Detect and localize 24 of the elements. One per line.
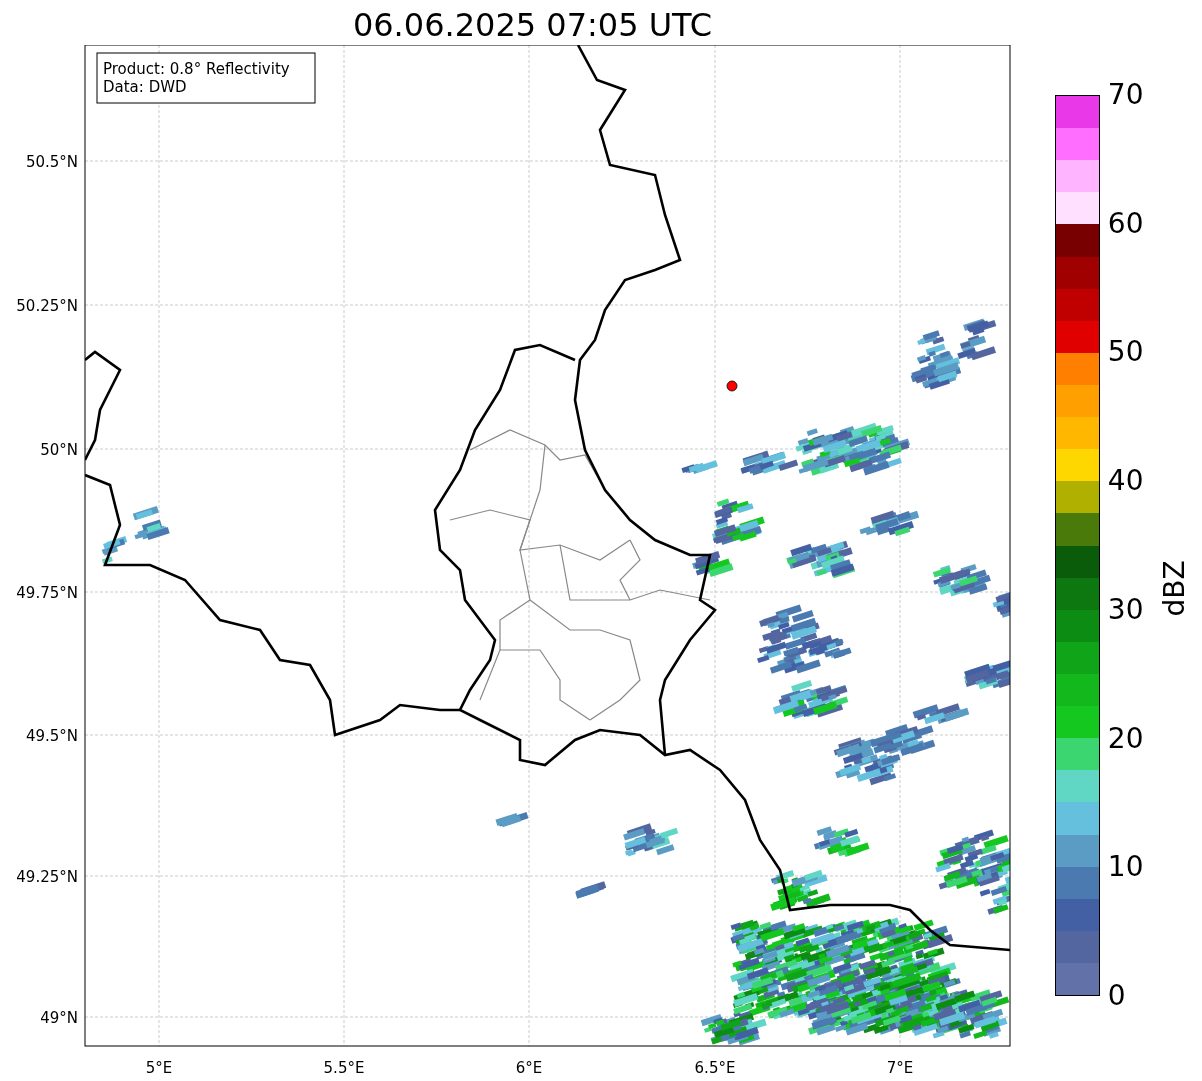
colorbar-tick-label: 20 — [1107, 724, 1144, 753]
colorbar-label: dBZ — [1157, 559, 1191, 617]
latitude-label: 50°N — [40, 441, 78, 459]
colorbar-tick-label: 50 — [1107, 338, 1144, 367]
chart-title: 06.06.2025 07:05 UTC — [352, 5, 713, 45]
longitude-label: 6°E — [515, 1059, 543, 1077]
longitude-label: 5.5°E — [323, 1059, 365, 1077]
colorbar-tick-label: 30 — [1107, 595, 1144, 624]
longitude-label: 5°E — [145, 1059, 173, 1077]
colorbar-tick-label: 40 — [1107, 467, 1144, 496]
colorbar-tick-label: 60 — [1107, 209, 1144, 238]
legend-text: Product: 0.8° Reflectivity — [103, 60, 290, 78]
colorbar-tick-label: 0 — [1107, 982, 1126, 1010]
colorbar-tick-label: 70 — [1107, 81, 1144, 109]
latitude-label: 49°N — [40, 1009, 78, 1027]
colorbar-tick-label: 10 — [1107, 853, 1144, 882]
legend-text: Data: DWD — [103, 78, 187, 96]
latitude-label: 49.25°N — [16, 868, 78, 886]
latitude-label: 49.5°N — [25, 727, 78, 745]
longitude-label: 6.5°E — [694, 1059, 736, 1077]
latitude-label: 50.5°N — [25, 153, 78, 171]
latitude-label: 50.25°N — [16, 297, 78, 315]
latitude-label: 49.75°N — [16, 584, 78, 602]
longitude-label: 7°E — [886, 1059, 914, 1077]
